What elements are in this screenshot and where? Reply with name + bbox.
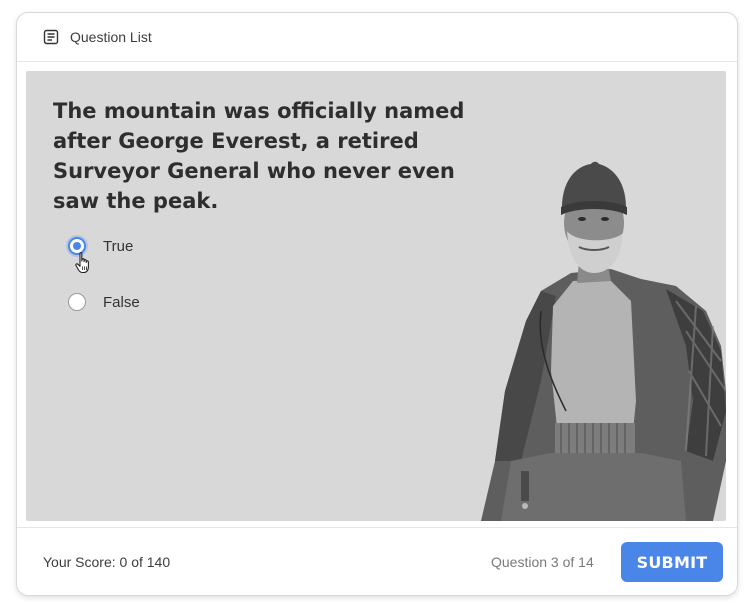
score-text: Your Score: 0 of 140: [43, 554, 171, 570]
option-false[interactable]: False: [68, 293, 140, 311]
question-slide: The mountain was officially named after …: [26, 71, 726, 521]
list-document-icon: [43, 29, 59, 45]
question-text: The mountain was officially named after …: [53, 99, 465, 213]
hand-pointer-icon: [75, 252, 89, 274]
question-list-label: Question List: [70, 29, 152, 45]
option-true-label: True: [103, 237, 134, 255]
option-false-label: False: [103, 293, 140, 311]
quiz-footer: Your Score: 0 of 140 Question 3 of 14 SU…: [17, 527, 737, 595]
question-list-button[interactable]: Question List: [43, 29, 152, 45]
submit-button[interactable]: SUBMIT: [621, 542, 723, 582]
question-progress: Question 3 of 14: [491, 554, 594, 570]
radio-false[interactable]: [68, 293, 86, 311]
mountaineer-photo: [481, 161, 726, 521]
quiz-header: Question List: [17, 13, 737, 62]
quiz-card: Question List The mountain was officiall…: [16, 12, 738, 596]
